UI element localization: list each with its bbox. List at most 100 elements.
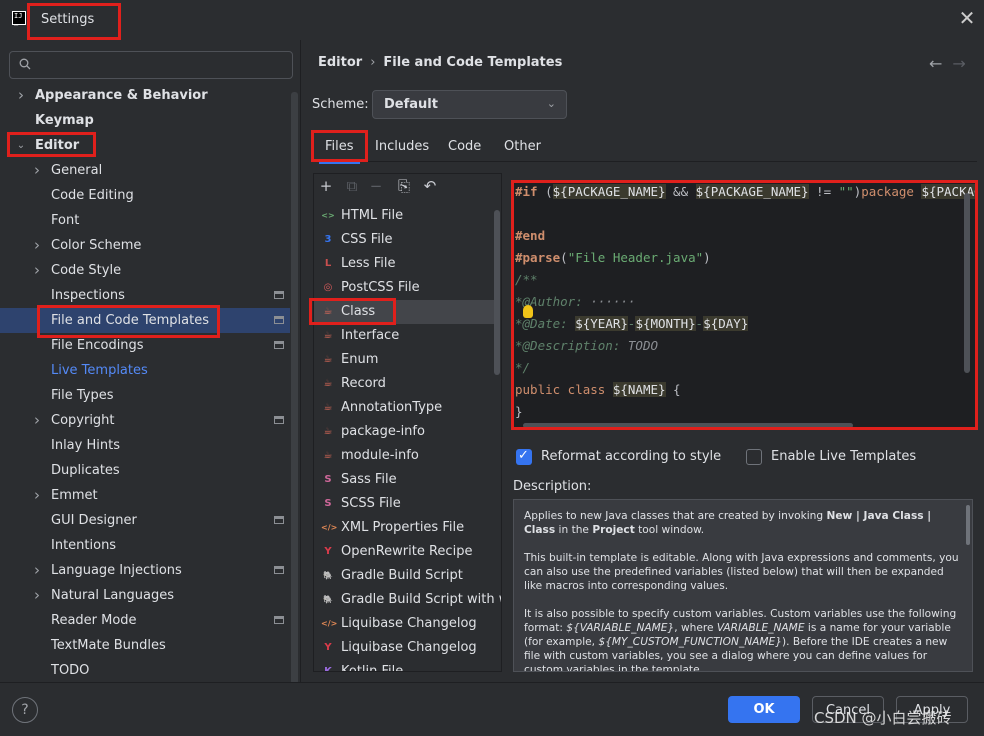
chevron-right-icon[interactable]: › <box>31 483 43 508</box>
chevron-right-icon[interactable]: › <box>31 583 43 608</box>
sidebar-item[interactable]: › Copyright <box>0 408 290 433</box>
sidebar-item-label: File Types <box>51 388 114 403</box>
ok-button[interactable]: OK <box>728 696 800 723</box>
sidebar-item[interactable]: Reader Mode <box>0 608 290 633</box>
code-token: ( <box>560 250 568 265</box>
template-list-item[interactable]: Y Liquibase Changelog <box>314 636 494 660</box>
description-label: Description: <box>513 479 592 494</box>
code-token: ${MONTH} <box>635 316 696 331</box>
code-token: ${DAY} <box>703 316 749 331</box>
package-info-icon: ☕ <box>323 426 333 437</box>
sidebar-item[interactable]: › Language Injections <box>0 558 290 583</box>
template-list-item[interactable]: ☕ Enum <box>314 348 494 372</box>
description-scrollbar[interactable] <box>966 505 970 545</box>
remove-icon[interactable]: − <box>368 178 384 194</box>
sidebar-item[interactable]: Keymap <box>0 108 290 133</box>
template-list-item[interactable]: ☕ package-info <box>314 420 494 444</box>
chevron-right-icon[interactable]: › <box>31 408 43 433</box>
scheme-label: Scheme: <box>312 97 369 112</box>
sidebar-item[interactable]: TODO <box>0 658 290 682</box>
chevron-right-icon[interactable]: › <box>15 83 27 108</box>
template-list-item[interactable]: <> HTML File <box>314 204 494 228</box>
sidebar-item[interactable]: › Code Style <box>0 258 290 283</box>
description-paragraph-2: This built-in template is editable. Alon… <box>524 552 959 592</box>
breadcrumb-editor[interactable]: Editor <box>318 55 362 70</box>
sidebar-item-label: Code Style <box>51 263 122 278</box>
sidebar-item[interactable]: Inlay Hints <box>0 433 290 458</box>
sidebar-item[interactable]: ⌄ Editor <box>0 133 290 158</box>
copy-template-icon[interactable]: ⎘ <box>396 178 412 194</box>
template-name: XML Properties File <box>341 520 465 535</box>
create-child-icon[interactable]: ⧉ <box>344 178 360 194</box>
sidebar-item[interactable]: Live Templates <box>0 358 290 383</box>
sidebar-item[interactable]: File Encodings <box>0 333 290 358</box>
project-scope-icon <box>274 616 284 624</box>
postcss-file-icon: ◎ <box>323 282 333 293</box>
template-list-scrollbar[interactable] <box>494 210 500 375</box>
template-code-editor[interactable]: #if (${PACKAGE_NAME} && ${PACKAGE_NAME} … <box>513 183 978 430</box>
editor-vertical-scrollbar[interactable] <box>964 193 970 373</box>
template-list-item[interactable]: L Less File <box>314 252 494 276</box>
sidebar-item[interactable]: GUI Designer <box>0 508 290 533</box>
template-list-item[interactable]: </> Liquibase Changelog <box>314 612 494 636</box>
sidebar-item[interactable]: Font <box>0 208 290 233</box>
scheme-dropdown[interactable]: Default ⌄ <box>372 90 567 119</box>
add-icon[interactable]: + <box>318 178 334 194</box>
template-list-item[interactable]: 🐘 Gradle Build Script <box>314 564 494 588</box>
chevron-right-icon[interactable]: › <box>31 258 43 283</box>
search-input[interactable] <box>9 51 293 79</box>
tab-other[interactable]: Other <box>504 139 541 154</box>
template-list-item[interactable]: 3 CSS File <box>314 228 494 252</box>
help-button[interactable]: ? <box>12 697 38 723</box>
code-token: { <box>665 382 681 397</box>
template-list-item[interactable]: Y OpenRewrite Recipe <box>314 540 494 564</box>
template-list-item[interactable]: S SCSS File <box>314 492 494 516</box>
reset-icon[interactable]: ↶ <box>422 178 438 194</box>
template-list-item[interactable]: 🐘 Gradle Build Script with wra <box>314 588 501 612</box>
lightbulb-icon[interactable] <box>523 305 533 318</box>
template-list-item[interactable]: ☕ AnnotationType <box>314 396 494 420</box>
sidebar-scrollbar[interactable] <box>291 92 298 682</box>
sidebar-item-label: Inspections <box>51 288 125 303</box>
close-button[interactable]: ✕ <box>958 8 976 28</box>
sidebar-item[interactable]: File Types <box>0 383 290 408</box>
code-token: *@Date: <box>515 316 576 331</box>
less-file-icon: L <box>324 258 332 269</box>
template-list-item[interactable]: </> XML Properties File <box>314 516 494 540</box>
tab-files[interactable]: Files <box>319 139 359 164</box>
sidebar-item[interactable]: Duplicates <box>0 458 290 483</box>
chevron-down-icon[interactable]: ⌄ <box>15 133 27 158</box>
sidebar-item[interactable]: Code Editing <box>0 183 290 208</box>
enum-template-icon: ☕ <box>323 354 333 365</box>
sidebar-item[interactable]: Inspections <box>0 283 290 308</box>
sidebar-item[interactable]: › Emmet <box>0 483 290 508</box>
sidebar-item[interactable]: File and Code Templates <box>0 308 290 333</box>
template-list-item[interactable]: K Kotlin File <box>314 660 494 671</box>
template-list-panel: + ⧉ − ⎘ ↶ <> HTML File 3 CSS File L Less File… <box>313 173 502 672</box>
template-list-item[interactable]: S Sass File <box>314 468 494 492</box>
chevron-right-icon[interactable]: › <box>31 233 43 258</box>
template-list-item[interactable]: ◎ PostCSS File <box>314 276 494 300</box>
tab-includes[interactable]: Includes <box>375 139 429 154</box>
back-arrow-icon[interactable]: ← <box>929 54 952 73</box>
scheme-value: Default <box>384 97 438 112</box>
editor-horizontal-scrollbar[interactable] <box>523 423 853 428</box>
forward-arrow-icon[interactable]: → <box>952 54 975 73</box>
chevron-right-icon[interactable]: › <box>31 158 43 183</box>
sidebar-item[interactable]: › Natural Languages <box>0 583 290 608</box>
chevron-right-icon[interactable]: › <box>31 558 43 583</box>
sidebar-item-label: TextMate Bundles <box>51 638 166 653</box>
tab-code[interactable]: Code <box>448 139 481 154</box>
description-text: , where <box>674 622 717 634</box>
template-list-item[interactable]: ☕ Record <box>314 372 494 396</box>
sidebar-item[interactable]: › Color Scheme <box>0 233 290 258</box>
template-list-item[interactable]: ☕ Class <box>314 300 494 324</box>
code-line: *@Date: ${YEAR}-${MONTH}-${DAY} <box>515 313 749 335</box>
sidebar-item[interactable]: Intentions <box>0 533 290 558</box>
sidebar-item[interactable]: › Appearance & Behavior <box>0 83 290 108</box>
template-list-item[interactable]: ☕ module-info <box>314 444 494 468</box>
template-list-item[interactable]: ☕ Interface <box>314 324 494 348</box>
code-token: != <box>808 184 839 199</box>
sidebar-item[interactable]: TextMate Bundles <box>0 633 290 658</box>
sidebar-item[interactable]: › General <box>0 158 290 183</box>
